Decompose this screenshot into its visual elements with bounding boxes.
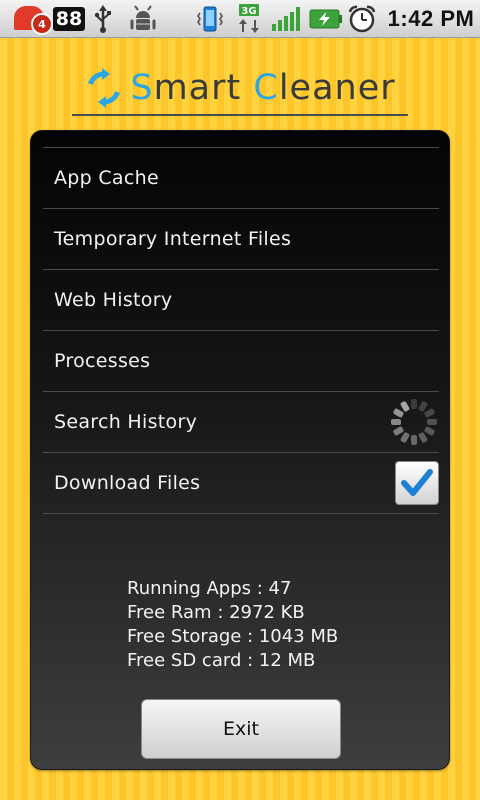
battery-level-text: 88 xyxy=(52,7,86,31)
vibrate-icon xyxy=(194,0,226,38)
list-item-label: Download Files xyxy=(54,472,201,494)
list-item-label: App Cache xyxy=(54,167,159,189)
network-3g-icon: 3G xyxy=(234,0,264,38)
checkmark-icon xyxy=(401,469,433,496)
signal-icon xyxy=(270,0,302,38)
notification-icon[interactable]: 4 xyxy=(12,0,53,38)
stat-free-storage: Free Storage : 1043 MB xyxy=(127,626,339,647)
list-item-web-history[interactable]: Web History xyxy=(43,270,439,331)
list-item-search-history[interactable]: Search History xyxy=(43,392,439,453)
debug-icon xyxy=(126,0,160,38)
list-item-download-files[interactable]: Download Files xyxy=(43,453,439,514)
status-bar: 4 88 3G 1:42 PM xyxy=(0,0,480,38)
battery-charging-icon xyxy=(308,0,344,38)
list-item-temporary-internet-files[interactable]: Temporary Internet Files xyxy=(43,209,439,270)
list-item-processes[interactable]: Processes xyxy=(43,331,439,392)
status-clock: 1:42 PM xyxy=(387,6,475,31)
list-item-label: Processes xyxy=(54,350,151,372)
battery-level-indicator: 88 xyxy=(52,0,86,38)
app-title: Smart Cleaner xyxy=(130,68,396,108)
list-item-app-cache[interactable]: App Cache xyxy=(43,148,439,209)
usb-icon xyxy=(90,0,116,38)
cleaner-panel: App Cache Temporary Internet Files Web H… xyxy=(30,130,450,770)
alarm-icon xyxy=(346,0,378,38)
list-item-label: Search History xyxy=(54,411,198,433)
exit-button[interactable]: Exit xyxy=(141,699,341,759)
loading-spinner-icon xyxy=(391,399,437,445)
stat-free-sd-card: Free SD card : 12 MB xyxy=(127,650,316,671)
stat-running-apps: Running Apps : 47 xyxy=(127,578,292,599)
stat-free-ram: Free Ram : 2972 KB xyxy=(127,602,305,623)
device-stats: Running Apps : 47 Free Ram : 2972 KB Fre… xyxy=(127,577,427,673)
refresh-logo-icon xyxy=(88,68,121,108)
cleanup-list: App Cache Temporary Internet Files Web H… xyxy=(43,147,439,514)
list-item-label: Web History xyxy=(54,289,173,311)
download-files-checkbox[interactable] xyxy=(395,461,439,505)
svg-text:3G: 3G xyxy=(241,6,256,17)
notification-count: 4 xyxy=(31,13,53,35)
list-item-label: Temporary Internet Files xyxy=(54,228,292,250)
app-header: Smart Cleaner xyxy=(72,62,408,116)
